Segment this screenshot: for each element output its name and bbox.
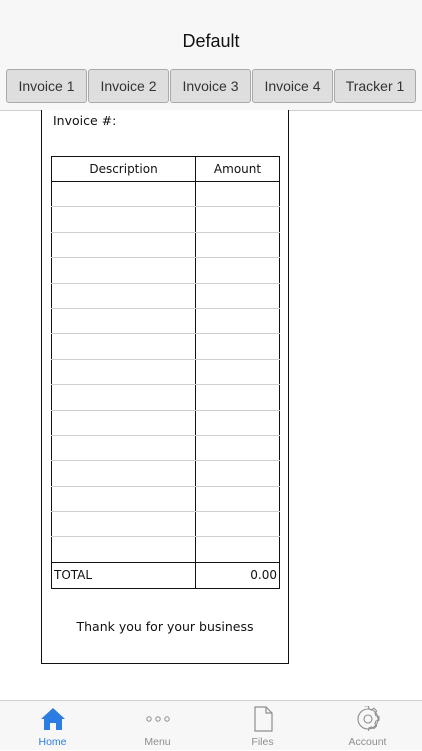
table-row: [51, 206, 280, 233]
home-icon: [0, 706, 105, 732]
description-cell[interactable]: [51, 435, 196, 462]
amount-cell[interactable]: [195, 384, 280, 411]
tab-account-label: Account: [348, 736, 387, 748]
amount-cell[interactable]: [195, 232, 280, 259]
amount-cell[interactable]: [195, 359, 280, 386]
tab-menu[interactable]: Menu: [105, 701, 210, 751]
tab-home-label: Home: [38, 736, 67, 748]
footer-message[interactable]: Thank you for your business: [41, 619, 289, 634]
table-row: [51, 257, 280, 284]
description-cell[interactable]: [51, 511, 196, 538]
tab-menu-label: Menu: [144, 736, 171, 748]
amount-cell[interactable]: [195, 181, 280, 208]
amount-cell[interactable]: [195, 536, 280, 563]
table-row: [51, 359, 280, 386]
tab-invoice-1[interactable]: Invoice 1: [6, 69, 87, 103]
description-cell[interactable]: [51, 359, 196, 386]
amount-cell[interactable]: [195, 486, 280, 513]
description-cell[interactable]: [51, 410, 196, 436]
amount-cell[interactable]: [195, 410, 280, 436]
amount-cell[interactable]: [195, 435, 280, 462]
table-row: [51, 384, 280, 411]
description-cell[interactable]: [51, 206, 196, 233]
table-header-row: Description Amount: [51, 156, 280, 182]
description-cell[interactable]: [51, 181, 196, 208]
bottom-tab-bar: Home Menu Files Account: [0, 700, 422, 750]
description-cell[interactable]: [51, 257, 196, 284]
table-row: [51, 410, 280, 436]
ellipsis-icon: [105, 706, 210, 732]
invoice-items-table: Description Amount TOTAL 0.00: [51, 156, 280, 589]
file-icon: [210, 706, 315, 732]
table-row: [51, 283, 280, 309]
amount-cell[interactable]: [195, 257, 280, 284]
column-header-amount[interactable]: Amount: [195, 156, 280, 182]
table-row: [51, 486, 280, 513]
description-cell[interactable]: [51, 486, 196, 513]
tab-home[interactable]: Home: [0, 701, 105, 751]
invoice-number-label[interactable]: Invoice #:: [53, 113, 116, 128]
column-header-description[interactable]: Description: [51, 156, 196, 182]
table-row: [51, 460, 280, 487]
description-cell[interactable]: [51, 283, 196, 309]
total-label[interactable]: TOTAL: [51, 561, 196, 589]
tab-tracker-1[interactable]: Tracker 1: [334, 69, 416, 103]
sheet-tab-strip: Invoice 1 Invoice 2 Invoice 3 Invoice 4 …: [0, 65, 422, 111]
total-value[interactable]: 0.00: [195, 561, 280, 589]
amount-cell[interactable]: [195, 308, 280, 335]
navigation-bar: Default: [0, 0, 422, 65]
description-cell[interactable]: [51, 232, 196, 259]
table-row: [51, 232, 280, 259]
table-row: [51, 435, 280, 462]
amount-cell[interactable]: [195, 333, 280, 360]
page-title: Default: [182, 31, 240, 51]
tab-invoice-3[interactable]: Invoice 3: [170, 69, 251, 103]
table-row: [51, 308, 280, 335]
description-cell[interactable]: [51, 536, 196, 563]
amount-cell[interactable]: [195, 511, 280, 538]
table-row: [51, 181, 280, 208]
tab-invoice-2[interactable]: Invoice 2: [88, 69, 169, 103]
tab-files[interactable]: Files: [210, 701, 315, 751]
description-cell[interactable]: [51, 384, 196, 411]
description-cell[interactable]: [51, 308, 196, 335]
total-row: TOTAL 0.00: [51, 561, 280, 589]
table-row: [51, 333, 280, 360]
tab-files-label: Files: [251, 736, 274, 748]
table-row: [51, 511, 280, 538]
amount-cell[interactable]: [195, 460, 280, 487]
tab-account[interactable]: Account: [315, 701, 420, 751]
amount-cell[interactable]: [195, 283, 280, 309]
table-row: [51, 536, 280, 563]
amount-cell[interactable]: [195, 206, 280, 233]
gear-icon: [315, 706, 420, 732]
description-cell[interactable]: [51, 333, 196, 360]
description-cell[interactable]: [51, 460, 196, 487]
tab-invoice-4[interactable]: Invoice 4: [252, 69, 333, 103]
